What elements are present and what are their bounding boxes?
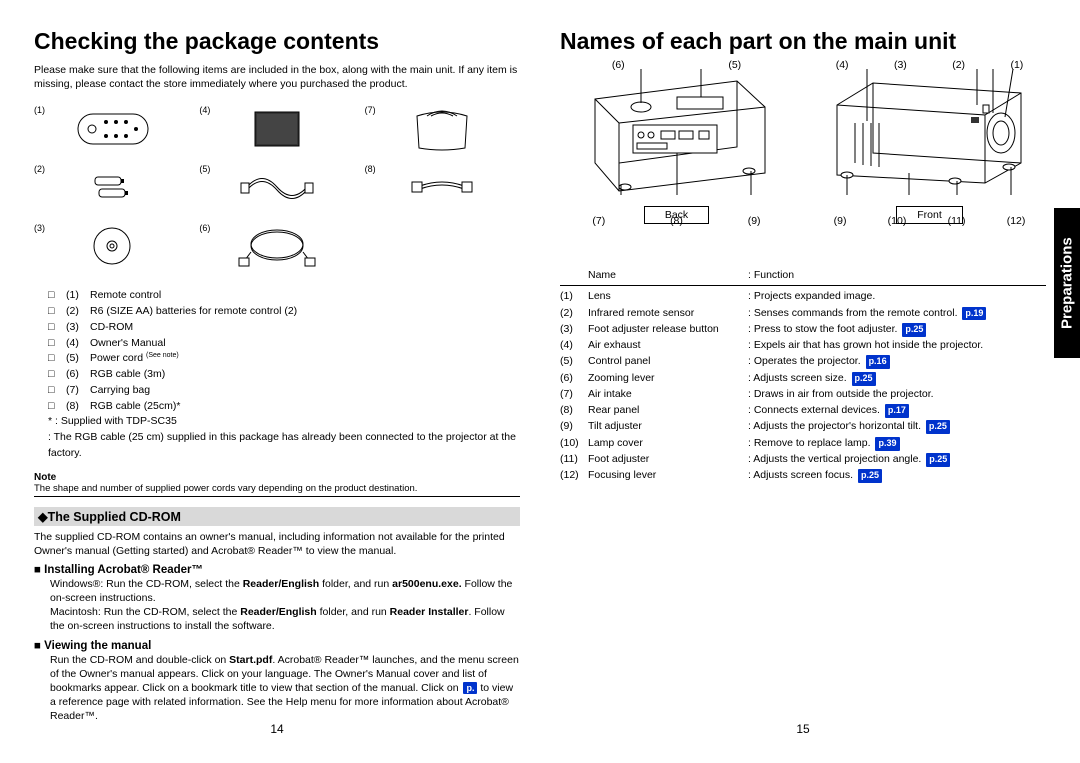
parts-row: (2)Infrared remote sensor: Senses comman… <box>560 305 1046 321</box>
remote-control-icon <box>34 101 189 156</box>
manual-icon <box>199 101 354 156</box>
rgb-cable-icon <box>199 219 354 274</box>
parts-row: (3)Foot adjuster release button: Press t… <box>560 321 1046 337</box>
parts-row: (1)Lens: Projects expanded image. <box>560 288 1046 304</box>
viewing-body: Run the CD-ROM and double-click on Start… <box>50 653 520 724</box>
package-items-grid: (1) (4) (7) (2) <box>34 101 520 276</box>
left-title: Checking the package contents <box>34 28 520 55</box>
parts-table: Name : Function (1)Lens: Projects expand… <box>560 267 1046 483</box>
page-ref-icon: p.19 <box>962 307 986 321</box>
parts-row: (9)Tilt adjuster: Adjusts the projector'… <box>560 418 1046 434</box>
page-ref-icon: p.25 <box>858 469 882 483</box>
parts-row: (6)Zooming lever: Adjusts screen size. p… <box>560 370 1046 386</box>
cdrom-icon <box>34 219 189 274</box>
parts-row: (7)Air intake: Draws in air from outside… <box>560 386 1046 402</box>
batteries-icon <box>34 160 189 215</box>
page-ref-icon: p.16 <box>866 355 890 369</box>
parts-row: (8)Rear panel: Connects external devices… <box>560 402 1046 418</box>
page-ref-icon: p.17 <box>885 404 909 418</box>
page-ref-icon: p.25 <box>926 453 950 467</box>
page-ref-icon: p. <box>463 682 477 694</box>
package-checklist: □(1)Remote control □(2)R6 (SIZE AA) batt… <box>48 288 520 461</box>
projector-back-icon <box>577 63 777 198</box>
front-view: (4)(3)(2)(1) <box>813 63 1046 243</box>
page-ref-icon: p.25 <box>852 372 876 386</box>
section-tab: Preparations <box>1054 208 1080 358</box>
install-heading: Installing Acrobat® Reader™ <box>34 564 520 576</box>
projector-front-icon <box>825 63 1035 198</box>
cdrom-body: The supplied CD-ROM contains an owner's … <box>34 530 520 558</box>
parts-row: (12)Focusing lever: Adjusts screen focus… <box>560 467 1046 483</box>
right-title: Names of each part on the main unit <box>560 28 1046 55</box>
page-number-left: 14 <box>270 722 283 736</box>
parts-row: (5)Control panel: Operates the projector… <box>560 353 1046 369</box>
page-number-right: 15 <box>796 722 809 736</box>
note-block: Note The shape and number of supplied po… <box>34 472 520 497</box>
page-ref-icon: p.25 <box>926 420 950 434</box>
cdrom-heading: ◆The Supplied CD-ROM <box>34 507 520 526</box>
viewing-heading: Viewing the manual <box>34 640 520 652</box>
page-ref-icon: p.39 <box>875 437 899 451</box>
parts-row: (4)Air exhaust: Expels air that has grow… <box>560 337 1046 353</box>
parts-row: (10)Lamp cover: Remove to replace lamp. … <box>560 435 1046 451</box>
left-page: Checking the package contents Please mak… <box>34 28 520 718</box>
short-rgb-cable-icon <box>365 160 520 215</box>
parts-row: (11)Foot adjuster: Adjusts the vertical … <box>560 451 1046 467</box>
page-ref-icon: p.25 <box>902 323 926 337</box>
power-cord-icon <box>199 160 354 215</box>
install-body: Windows®: Run the CD-ROM, select the Rea… <box>50 577 520 634</box>
left-intro: Please make sure that the following item… <box>34 63 520 91</box>
bag-icon <box>365 101 520 156</box>
back-view: (6)(5) <box>560 63 793 243</box>
right-page: Names of each part on the main unit (6)(… <box>560 28 1046 718</box>
